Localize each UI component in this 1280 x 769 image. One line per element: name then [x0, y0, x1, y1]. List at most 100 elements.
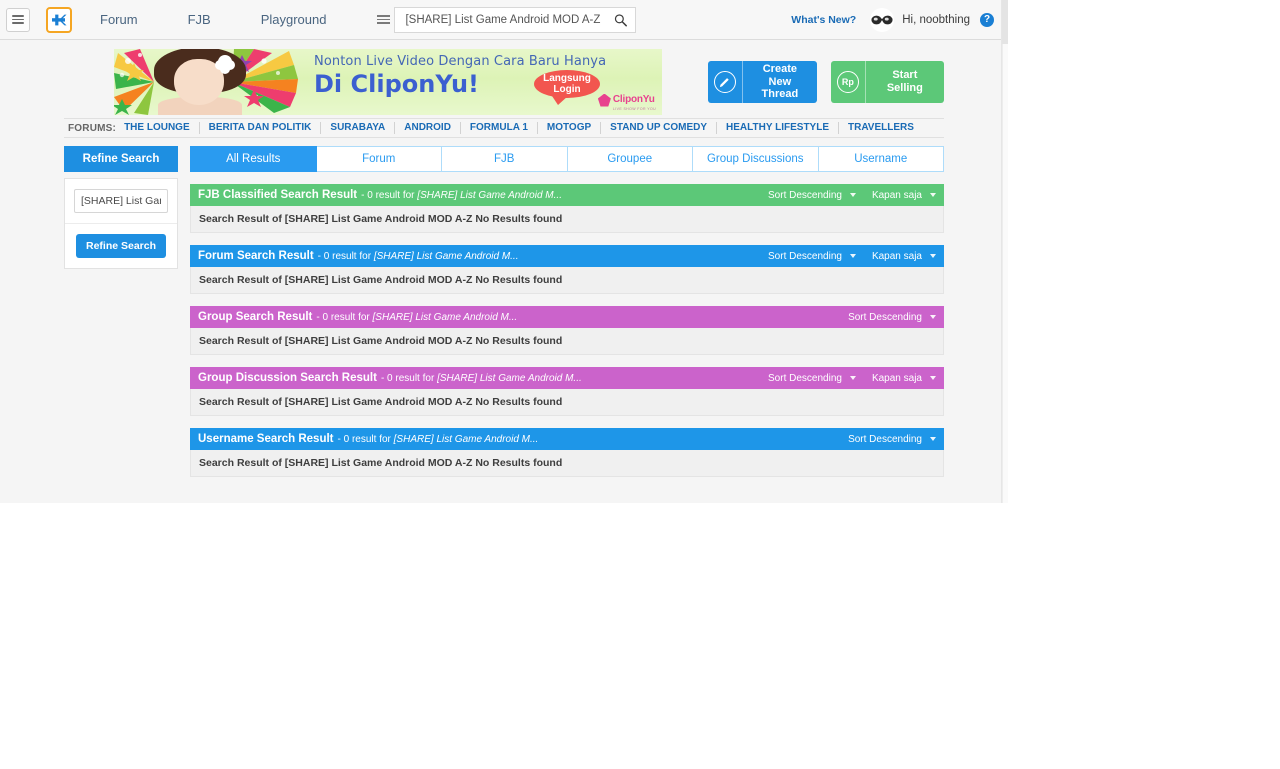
- vertical-scrollbar-thumb[interactable]: [1002, 0, 1008, 44]
- tab-fjb[interactable]: FJB: [442, 146, 568, 172]
- search-icon[interactable]: [614, 13, 628, 26]
- ad-model-face: [174, 59, 224, 105]
- sort-descending-dropdown[interactable]: Sort Descending: [848, 434, 936, 445]
- refine-search-input[interactable]: [74, 189, 168, 213]
- tab-username[interactable]: Username: [818, 146, 944, 172]
- fjb-classified-search-result-section: FJB Classified Search Result - 0 result …: [190, 184, 944, 233]
- forum-search-result-section: Forum Search Result - 0 result for [SHAR…: [190, 245, 944, 294]
- section-body-text: Search Result of [SHARE] List Game Andro…: [190, 389, 944, 416]
- pencil-glyph: [720, 77, 730, 87]
- whats-new-link[interactable]: What's New?: [791, 14, 856, 26]
- create-thread-label: Create New Thread: [743, 61, 817, 103]
- chevron-down-icon: [930, 437, 936, 441]
- forum-link-the-lounge[interactable]: THE LOUNGE: [124, 122, 199, 134]
- section-header: Username Search Result - 0 result for [S…: [190, 428, 944, 450]
- forum-link-formula-1[interactable]: FORMULA 1: [459, 122, 537, 134]
- section-meta: - 0 result for [SHARE] List Game Android…: [381, 373, 582, 384]
- time-filter-label: Kapan saja: [871, 189, 922, 201]
- section-header: Group Search Result - 0 result for [SHAR…: [190, 306, 944, 328]
- nav-link-playground[interactable]: Playground: [251, 12, 337, 27]
- section-header: Forum Search Result - 0 result for [SHAR…: [190, 245, 944, 267]
- chevron-down-icon: [930, 193, 936, 197]
- sort-descending-dropdown[interactable]: Sort Descending: [848, 312, 936, 323]
- top-navigation-bar: Forum FJB Playground What's New?: [0, 0, 1008, 40]
- tab-groupee[interactable]: Groupee: [567, 146, 693, 172]
- chevron-down-icon: [849, 254, 856, 258]
- sort-label: Sort Descending: [768, 250, 842, 262]
- group-discussion-search-result-section: Group Discussion Search Result - 0 resul…: [190, 367, 944, 416]
- sort-descending-dropdown[interactable]: Sort Descending: [768, 251, 856, 262]
- section-meta: - 0 result for [SHARE] List Game Android…: [318, 251, 519, 262]
- forum-link-surabaya[interactable]: SURABAYA: [320, 122, 394, 134]
- time-filter-dropdown[interactable]: Kapan saja: [872, 251, 936, 262]
- time-filter-dropdown[interactable]: Kapan saja: [872, 190, 936, 201]
- avatar[interactable]: [870, 7, 895, 32]
- content-wrapper: Nonton Live Video Dengan Cara Baru Hanya…: [64, 40, 944, 493]
- forum-link-stand-up-comedy[interactable]: STAND UP COMEDY: [600, 122, 716, 134]
- search-category-hamburger-icon[interactable]: [372, 6, 395, 33]
- vertical-scrollbar[interactable]: [1002, 0, 1008, 503]
- sort-descending-dropdown[interactable]: Sort Descending: [768, 190, 856, 201]
- section-title: Username Search Result: [198, 433, 334, 445]
- user-greeting[interactable]: Hi, noobthing: [902, 14, 970, 26]
- sort-descending-dropdown[interactable]: Sort Descending: [768, 373, 856, 384]
- forum-link-motogp[interactable]: MOTOGP: [536, 122, 600, 134]
- ad-bubble-line2: Login: [553, 84, 581, 95]
- section-body-text: Search Result of [SHARE] List Game Andro…: [190, 450, 944, 477]
- chevron-down-icon: [849, 193, 856, 197]
- kaskus-k-glyph: [52, 14, 67, 25]
- section-title: FJB Classified Search Result: [198, 189, 358, 201]
- start-selling-button[interactable]: Rp Start Selling: [830, 61, 944, 103]
- section-meta-text: - 0 result for: [317, 250, 374, 262]
- tab-all-results[interactable]: All Results: [190, 146, 317, 172]
- ad-headline-line1: Nonton Live Video Dengan Cara Baru Hanya: [314, 54, 607, 69]
- search-input-wrapper: [394, 6, 637, 33]
- action-buttons-group: Create New Thread Rp Start Selling: [708, 61, 944, 103]
- forum-link-berita-dan-politik[interactable]: BERITA DAN POLITIK: [198, 122, 321, 134]
- rupiah-icon: Rp: [836, 71, 859, 93]
- sort-label: Sort Descending: [768, 372, 842, 384]
- create-new-thread-button[interactable]: Create New Thread: [708, 61, 817, 103]
- chevron-down-icon: [930, 315, 936, 319]
- forum-link-healthy-lifestyle[interactable]: HEALTHY LIFESTYLE: [716, 122, 838, 134]
- question-mark-icon[interactable]: ?: [980, 12, 994, 27]
- section-controls: Sort Descending Kapan saja: [768, 251, 936, 262]
- advertisement-banner[interactable]: Nonton Live Video Dengan Cara Baru Hanya…: [114, 49, 662, 115]
- search-input[interactable]: [395, 7, 636, 32]
- create-thread-label-line1: Create New: [762, 63, 797, 88]
- forum-link-android[interactable]: ANDROID: [394, 122, 460, 134]
- ad-brand-logo: CliponYu LIVE SHOW FOR YOU: [597, 89, 656, 111]
- refine-search-header-button[interactable]: Refine Search: [64, 146, 178, 172]
- nav-link-fjb[interactable]: FJB: [178, 12, 221, 27]
- results-tabs: All Results Forum FJB Groupee Group Disc…: [190, 146, 944, 172]
- ad-login-bubble[interactable]: Langsung Login: [534, 70, 600, 105]
- refine-search-submit-button[interactable]: Refine Search: [75, 234, 167, 258]
- sort-label: Sort Descending: [848, 433, 922, 445]
- start-selling-label: Start Selling: [886, 69, 923, 94]
- ad-brand-name: CliponYu: [612, 94, 655, 105]
- section-query: [SHARE] List Game Android M...: [372, 311, 518, 323]
- section-meta: - 0 result for [SHARE] List Game Android…: [338, 434, 539, 445]
- menu-hamburger-icon[interactable]: [6, 7, 30, 32]
- section-query: [SHARE] List Game Android M...: [373, 250, 519, 262]
- section-controls: Sort Descending: [848, 434, 936, 445]
- start-selling-icon-area: Rp: [831, 61, 865, 103]
- sort-label: Sort Descending: [768, 189, 842, 201]
- tab-group-discussions[interactable]: Group Discussions: [693, 146, 819, 172]
- section-title: Group Search Result: [198, 311, 313, 323]
- ad-flower-icon: [218, 55, 232, 69]
- section-meta: - 0 result for [SHARE] List Game Android…: [361, 190, 562, 201]
- section-meta-text: - 0 result for: [316, 311, 373, 323]
- section-meta-text: - 0 result for: [337, 433, 394, 445]
- time-filter-dropdown[interactable]: Kapan saja: [872, 373, 936, 384]
- nav-link-forum[interactable]: Forum: [90, 12, 148, 27]
- tab-forum[interactable]: Forum: [316, 146, 442, 172]
- section-header: Group Discussion Search Result - 0 resul…: [190, 367, 944, 389]
- time-filter-label: Kapan saja: [871, 372, 922, 384]
- forum-link-travellers[interactable]: TRAVELLERS: [838, 122, 923, 134]
- section-title: Forum Search Result: [198, 250, 314, 262]
- cliponyu-mark-icon: [597, 93, 611, 107]
- kaskus-logo[interactable]: [46, 6, 72, 33]
- create-thread-label-line2: Thread: [761, 88, 799, 101]
- section-meta: - 0 result for [SHARE] List Game Android…: [316, 312, 517, 323]
